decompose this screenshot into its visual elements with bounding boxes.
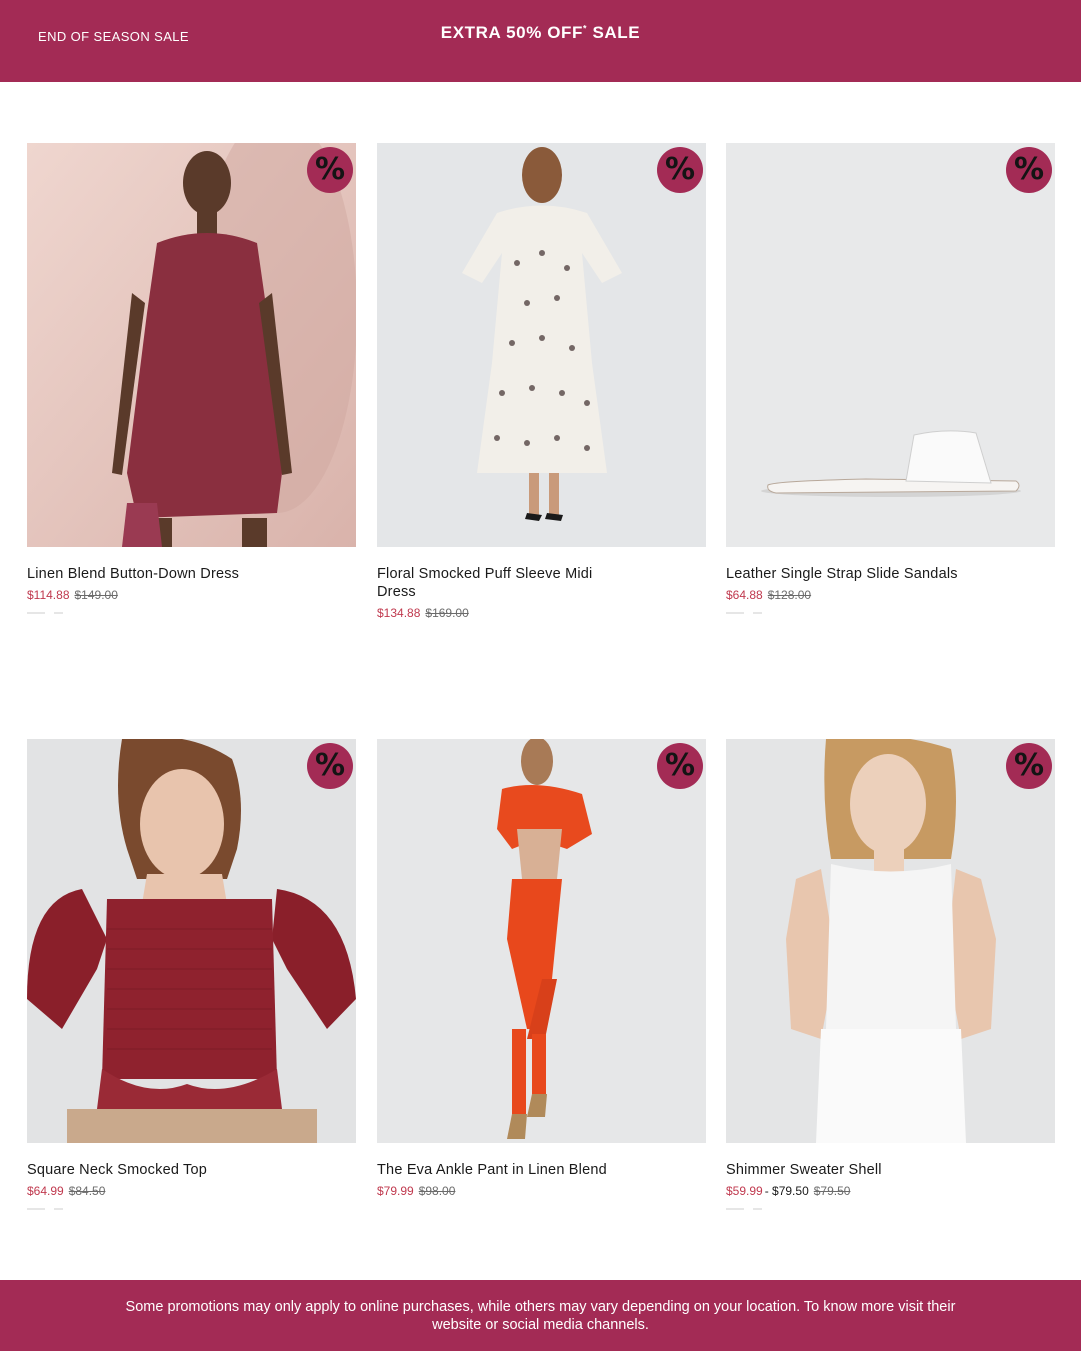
percent-icon[interactable]: %: [1006, 743, 1052, 789]
product-card[interactable]: % Floral Smocked Puff Sleeve Midi Dress …: [377, 143, 706, 620]
product-name[interactable]: Linen Blend Button-Down Dress: [27, 565, 277, 583]
sale-headline[interactable]: EXTRA 50% OFF* SALE: [0, 23, 1081, 43]
original-price: $98.00: [418, 1184, 456, 1198]
product-name[interactable]: Floral Smocked Puff Sleeve Midi Dress: [377, 565, 627, 601]
original-price: $128.00: [767, 588, 812, 602]
product-name[interactable]: Leather Single Strap Slide Sandals: [726, 565, 976, 583]
product-card[interactable]: % Shimmer Sweater Shell $59.99- $79.50 $7…: [726, 739, 1055, 1210]
product-image[interactable]: %: [27, 143, 356, 547]
promo-banner[interactable]: END OF SEASON SALE EXTRA 50% OFF* SALE: [0, 0, 1081, 82]
product-price: $64.88 $128.00: [726, 588, 1055, 602]
original-price: $79.50: [813, 1184, 851, 1198]
sale-price: $59.99: [726, 1184, 763, 1198]
percent-icon[interactable]: %: [307, 743, 353, 789]
percent-icon[interactable]: %: [657, 147, 703, 193]
disclaimer-text: Some promotions may only apply to online…: [125, 1298, 956, 1333]
color-swatches[interactable]: [27, 612, 87, 614]
product-card[interactable]: % Linen Blend Button-Down Dress $114.88 $…: [27, 143, 356, 614]
product-card[interactable]: % Leather Single Strap Slide Sandals $64…: [726, 143, 1055, 614]
product-name[interactable]: The Eva Ankle Pant in Linen Blend: [377, 1161, 627, 1179]
product-price: $59.99- $79.50 $79.50: [726, 1184, 1055, 1198]
product-image[interactable]: %: [377, 143, 706, 547]
product-price: $134.88 $169.00: [377, 606, 706, 620]
promo-disclaimer-banner: Some promotions may only apply to online…: [0, 1280, 1081, 1351]
color-swatches[interactable]: [726, 612, 786, 614]
percent-icon[interactable]: %: [1006, 147, 1052, 193]
product-card[interactable]: % The Eva Ankle Pant in Linen Blend $79.…: [377, 739, 706, 1198]
original-price: $84.50: [68, 1184, 106, 1198]
sale-price: $64.99: [27, 1184, 64, 1198]
product-image[interactable]: %: [27, 739, 356, 1143]
original-price: $169.00: [425, 606, 469, 620]
original-price: $149.00: [74, 588, 118, 602]
percent-icon[interactable]: %: [307, 147, 353, 193]
product-price: $64.99 $84.50: [27, 1184, 356, 1198]
product-name[interactable]: Square Neck Smocked Top: [27, 1161, 277, 1179]
product-image[interactable]: %: [726, 143, 1055, 547]
color-swatches[interactable]: [27, 1208, 87, 1210]
sale-price: $64.88: [726, 588, 763, 602]
price-range-max: - $79.50: [764, 1184, 809, 1198]
product-price: $114.88 $149.00: [27, 588, 356, 602]
sale-price: $79.99: [377, 1184, 414, 1198]
sale-price: $114.88: [27, 588, 70, 602]
color-swatches[interactable]: [726, 1208, 786, 1210]
product-name[interactable]: Shimmer Sweater Shell: [726, 1161, 976, 1179]
percent-icon[interactable]: %: [657, 743, 703, 789]
sale-price: $134.88: [377, 606, 421, 620]
product-image[interactable]: %: [726, 739, 1055, 1143]
product-image[interactable]: %: [377, 739, 706, 1143]
product-price: $79.99 $98.00: [377, 1184, 706, 1198]
product-card[interactable]: % Square Neck Smocked Top $64.99 $84.50: [27, 739, 356, 1210]
